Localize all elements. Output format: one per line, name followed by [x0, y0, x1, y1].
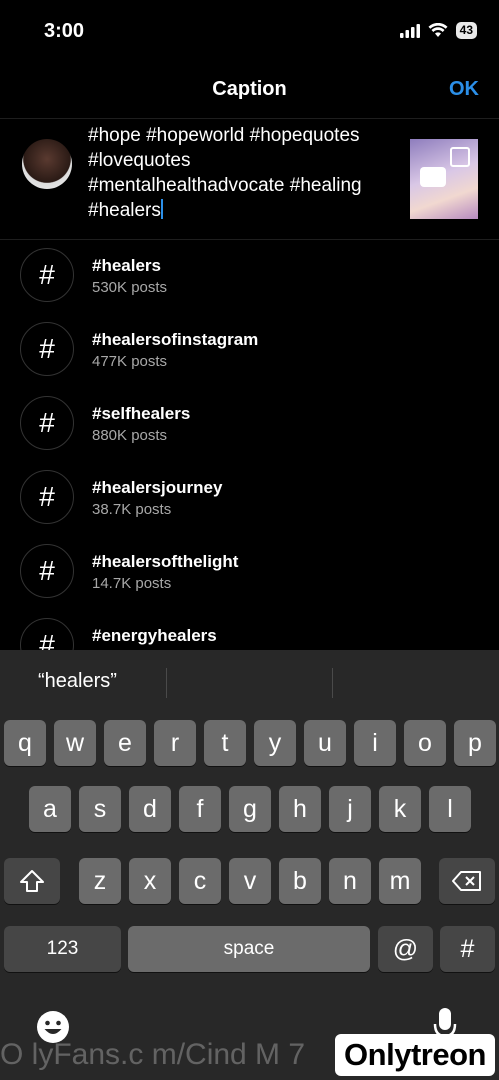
hashtag-icon: # [20, 322, 74, 376]
suggestion-count: 38.7K posts [92, 501, 172, 518]
logo-text: Onlytreon [344, 1037, 486, 1072]
hashtag-icon: # [20, 396, 74, 450]
at-key[interactable]: @ [378, 926, 433, 972]
caption-text: #hope #hopeworld #hopequotes #lovequotes… [88, 125, 362, 221]
hashtag-icon: # [20, 618, 74, 650]
key-h[interactable]: h [279, 786, 321, 832]
hash-key[interactable]: # [440, 926, 495, 972]
prediction-suggestion[interactable]: “healers” [38, 670, 117, 693]
key-v[interactable]: v [229, 858, 271, 904]
hashtag-icon: # [20, 470, 74, 524]
status-bar: 3:00 43 [0, 0, 499, 60]
key-e[interactable]: e [104, 720, 146, 766]
shift-icon [20, 870, 44, 892]
keyboard: “healers” q w e r t y u i o p a s d f g … [0, 650, 499, 1080]
key-s[interactable]: s [79, 786, 121, 832]
thumbnail-frame [450, 147, 470, 167]
suggestion-tag: #healersofinstagram [92, 330, 259, 349]
caption-header: Caption OK [0, 70, 499, 110]
key-u[interactable]: u [304, 720, 346, 766]
list-item[interactable]: # #healersofthelight 14.7K posts [0, 536, 499, 610]
key-r[interactable]: r [154, 720, 196, 766]
key-g[interactable]: g [229, 786, 271, 832]
prediction-divider [166, 668, 167, 698]
hashtag-icon: # [20, 248, 74, 302]
key-o[interactable]: o [404, 720, 446, 766]
key-k[interactable]: k [379, 786, 421, 832]
space-key[interactable]: space [128, 926, 370, 972]
key-x[interactable]: x [129, 858, 171, 904]
key-z[interactable]: z [79, 858, 121, 904]
wifi-icon [428, 23, 448, 37]
key-b[interactable]: b [279, 858, 321, 904]
key-y[interactable]: y [254, 720, 296, 766]
hashtag-suggestions: # #healers 530K posts # #healersofinstag… [0, 240, 499, 650]
suggestion-tag: #energyhealers [92, 626, 217, 645]
list-item[interactable]: # #healers 530K posts [0, 240, 499, 314]
page-title: Caption [212, 78, 287, 100]
text-cursor [160, 199, 163, 219]
hashtag-icon: # [20, 544, 74, 598]
suggestion-tag: #healersofthelight [92, 552, 239, 571]
key-p[interactable]: p [454, 720, 496, 766]
key-t[interactable]: t [204, 720, 246, 766]
suggestion-tag: #selfhealers [92, 404, 191, 423]
predictive-bar: “healers” [0, 650, 499, 716]
list-item[interactable]: # #healersjourney 38.7K posts [0, 462, 499, 536]
watermark-logo: Onlytreon [335, 1034, 495, 1076]
post-thumbnail [410, 139, 478, 219]
suggestion-count: 477K posts [92, 353, 168, 370]
list-item[interactable]: # #selfhealers 880K posts [0, 388, 499, 462]
key-f[interactable]: f [179, 786, 221, 832]
key-i[interactable]: i [354, 720, 396, 766]
shift-key[interactable] [4, 858, 60, 904]
numbers-key[interactable]: 123 [4, 926, 121, 972]
key-d[interactable]: d [129, 786, 171, 832]
key-n[interactable]: n [329, 858, 371, 904]
thumbnail-bubble [420, 167, 446, 187]
backspace-key[interactable] [439, 858, 495, 904]
suggestion-tag: #healersjourney [92, 478, 223, 497]
list-item[interactable]: # #healersofinstagram 477K posts [0, 314, 499, 388]
key-l[interactable]: l [429, 786, 471, 832]
cellular-signal-icon [399, 23, 420, 38]
status-time: 3:00 [44, 20, 85, 42]
list-item[interactable]: # #energyhealers [0, 610, 499, 650]
battery-icon: 43 [455, 22, 477, 39]
watermark-text: O lyFans.c m/Cind M 7 [0, 1038, 306, 1071]
key-q[interactable]: q [4, 720, 46, 766]
key-m[interactable]: m [379, 858, 421, 904]
key-w[interactable]: w [54, 720, 96, 766]
suggestion-count: 530K posts [92, 279, 168, 296]
suggestion-count: 14.7K posts [92, 575, 172, 592]
key-c[interactable]: c [179, 858, 221, 904]
suggestion-tag: #healers [92, 256, 161, 275]
suggestion-count: 880K posts [92, 427, 168, 444]
caption-editor: #hope #hopeworld #hopequotes #lovequotes… [0, 118, 499, 240]
ok-button[interactable]: OK [449, 78, 479, 101]
key-j[interactable]: j [329, 786, 371, 832]
backspace-icon [452, 871, 481, 891]
avatar [22, 139, 72, 189]
status-icons: 43 [399, 22, 477, 39]
prediction-divider [332, 668, 333, 698]
key-a[interactable]: a [29, 786, 71, 832]
caption-input[interactable]: #hope #hopeworld #hopequotes #lovequotes… [88, 123, 403, 223]
